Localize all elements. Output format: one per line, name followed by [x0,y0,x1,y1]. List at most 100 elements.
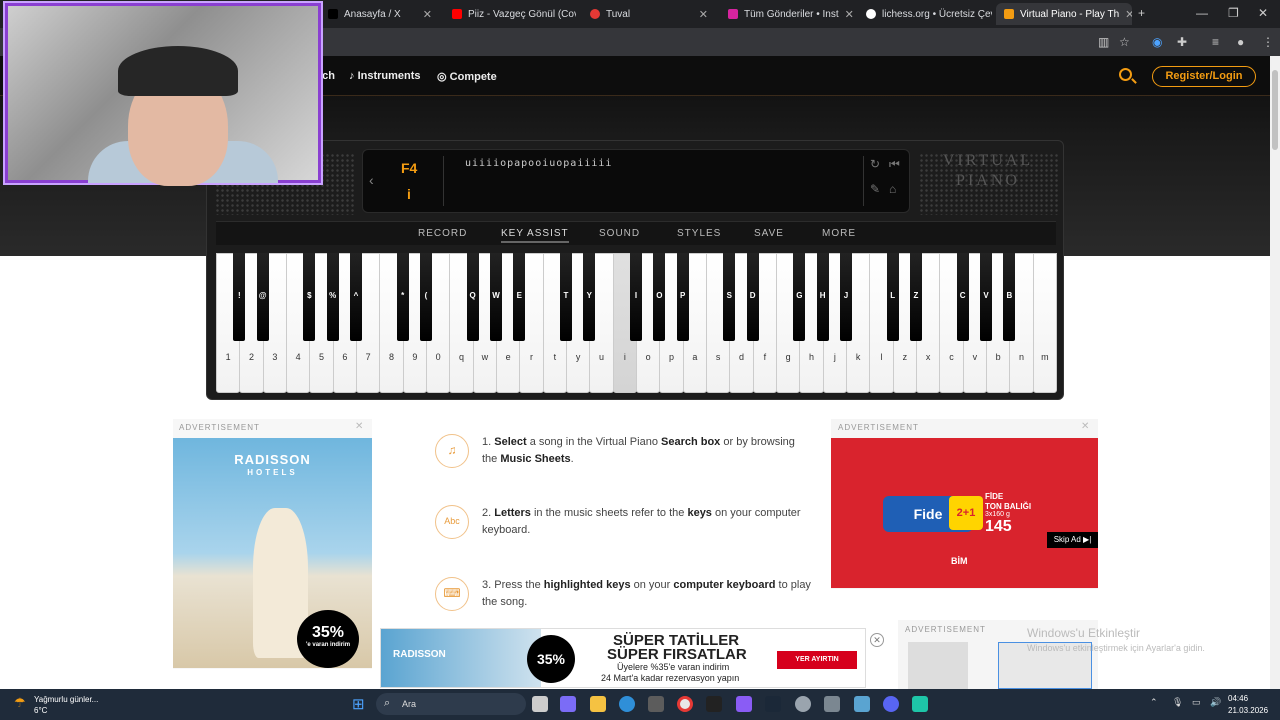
edit-pencil-icon[interactable]: ✎ [870,182,880,196]
menu-key-assist[interactable]: KEY ASSIST [501,228,569,243]
close-icon[interactable]: ✕ [699,8,708,21]
settings-icon[interactable] [824,696,840,712]
virtual-piano-icon [1004,9,1014,19]
black-key[interactable]: G [793,253,806,341]
media-controls-icon[interactable]: ≡ [1212,35,1219,49]
black-key[interactable]: % [326,253,339,341]
app-icon[interactable] [706,696,722,712]
app-icon[interactable] [736,696,752,712]
task-view-icon[interactable] [532,696,548,712]
black-key[interactable]: ! [233,253,246,341]
chrome-icon[interactable] [677,696,693,712]
black-key[interactable]: S [723,253,736,341]
black-key[interactable]: J [840,253,852,341]
menu-more[interactable]: MORE [822,228,856,239]
app-icon[interactable] [854,696,870,712]
file-explorer-icon[interactable] [590,696,606,712]
volume-icon[interactable]: 🔊 [1210,697,1221,708]
chevron-up-icon[interactable]: ⌃ [1150,697,1158,708]
black-key[interactable]: D [746,253,759,341]
key-label: O [656,291,663,300]
close-window-icon[interactable]: ✕ [1258,6,1268,20]
menu-styles[interactable]: STYLES [677,228,721,239]
black-key[interactable]: T [560,253,572,341]
close-icon[interactable]: ✕ [1125,8,1132,21]
extensions-puzzle-icon[interactable]: ✚ [1177,35,1187,49]
windows-start-icon[interactable]: ⊞ [352,695,365,713]
skip-back-icon[interactable]: ⏮ [889,157,900,172]
black-key[interactable]: Q [466,253,479,341]
search-icon[interactable] [1119,68,1132,81]
reading-mode-icon[interactable]: ▥ [1098,35,1109,49]
menu-record[interactable]: RECORD [418,228,467,239]
microphone-icon[interactable]: 🎙 [1172,697,1183,708]
app-icon[interactable] [795,696,811,712]
black-key[interactable]: ( [420,253,432,341]
tab-lichess[interactable]: lichess.org • Ücretsiz Çev✕ [858,3,992,25]
key-label: 9 [412,352,418,362]
key-label: g [785,352,791,362]
black-key[interactable]: L [886,253,899,341]
home-icon[interactable]: ⌂ [889,182,896,196]
close-icon[interactable]: ✕ [845,8,854,21]
menu-save[interactable]: SAVE [754,228,784,239]
discord-icon[interactable] [883,696,899,712]
chevron-left-icon[interactable]: ‹ [369,172,374,188]
black-key[interactable]: V [980,253,992,341]
new-tab-icon[interactable]: + [1138,6,1145,20]
black-key[interactable]: P [676,253,689,341]
close-icon[interactable]: ✕ [355,421,363,432]
black-key[interactable]: W [490,253,502,341]
profile-avatar[interactable]: ● [1237,35,1244,49]
replay-icon[interactable]: ↻ [870,157,880,171]
close-ad-icon[interactable]: ✕ [870,633,884,647]
edge-icon[interactable] [619,696,635,712]
tab-instagram[interactable]: Tüm Gönderiler • Inst ✕ [720,3,854,25]
black-key[interactable]: ^ [350,253,362,341]
restore-icon[interactable]: ❐ [1228,6,1239,20]
black-key[interactable]: Z [910,253,922,341]
black-key[interactable]: O [653,253,666,341]
weather-text[interactable]: Yağmurlu günler... [34,695,98,704]
minimize-icon[interactable]: — [1196,6,1208,20]
black-key[interactable]: Y [583,253,596,341]
black-key[interactable]: * [396,253,409,341]
clock-time[interactable]: 04:46 [1228,694,1248,703]
skip-ad-button[interactable]: Skip Ad ▶| [1047,532,1098,548]
tab-tuval[interactable]: Tuval ✕ [582,3,716,25]
network-icon[interactable]: ▭ [1192,697,1201,708]
close-icon[interactable]: ✕ [423,8,432,21]
store-icon[interactable] [648,696,664,712]
steam-icon[interactable] [765,696,781,712]
weather-icon[interactable]: ☂ [14,695,26,711]
white-key[interactable]: m [1032,253,1057,393]
black-key[interactable]: E [513,253,526,341]
taskbar-search[interactable]: ⌕ Ara [376,693,526,715]
copilot-icon[interactable] [560,696,576,712]
clock-date[interactable]: 21.03.2026 [1228,706,1268,715]
black-key[interactable]: C [956,253,969,341]
page-scrollbar[interactable] [1270,56,1280,689]
nav-instruments[interactable]: ♪ Instruments [349,70,421,82]
extension-icon[interactable]: ◉ [1152,35,1162,49]
ad-bottom-banner[interactable]: RADISSON 35% SÜPER TATİLLER SÜPER FIRSAT… [380,628,866,688]
tab-youtube[interactable]: Piiz - Vazgeç Gönül (Cove✕ [444,3,576,25]
bookmark-star-icon[interactable]: ☆ [1119,35,1130,49]
black-key[interactable]: I [630,253,642,341]
close-icon[interactable]: ✕ [1081,421,1089,432]
tab-virtual-piano[interactable]: Virtual Piano - Play Th ✕ [996,3,1132,25]
nav-compete[interactable]: ◎ Compete [437,70,497,83]
black-key[interactable]: H [816,253,829,341]
tab-x[interactable]: Anasayfa / X ✕ [320,3,440,25]
menu-dots-icon[interactable]: ⋮ [1262,35,1274,49]
webcam-overlay [5,3,321,186]
ad-right-image[interactable]: Fide 2+1 FİDE TON BALIĞI 3x160 g 145 BİM [831,438,1098,588]
black-key[interactable]: $ [303,253,316,341]
black-key[interactable]: B [1003,253,1016,341]
reserve-button[interactable]: YER AYIRTIN [777,651,857,669]
black-key[interactable]: @ [256,253,269,341]
app-icon[interactable] [912,696,928,712]
ad-left-image[interactable]: RADISSON HOTELS 35% 'e varan indirim [173,438,372,668]
menu-sound[interactable]: SOUND [599,228,640,239]
register-login-button[interactable]: Register/Login [1152,66,1256,87]
